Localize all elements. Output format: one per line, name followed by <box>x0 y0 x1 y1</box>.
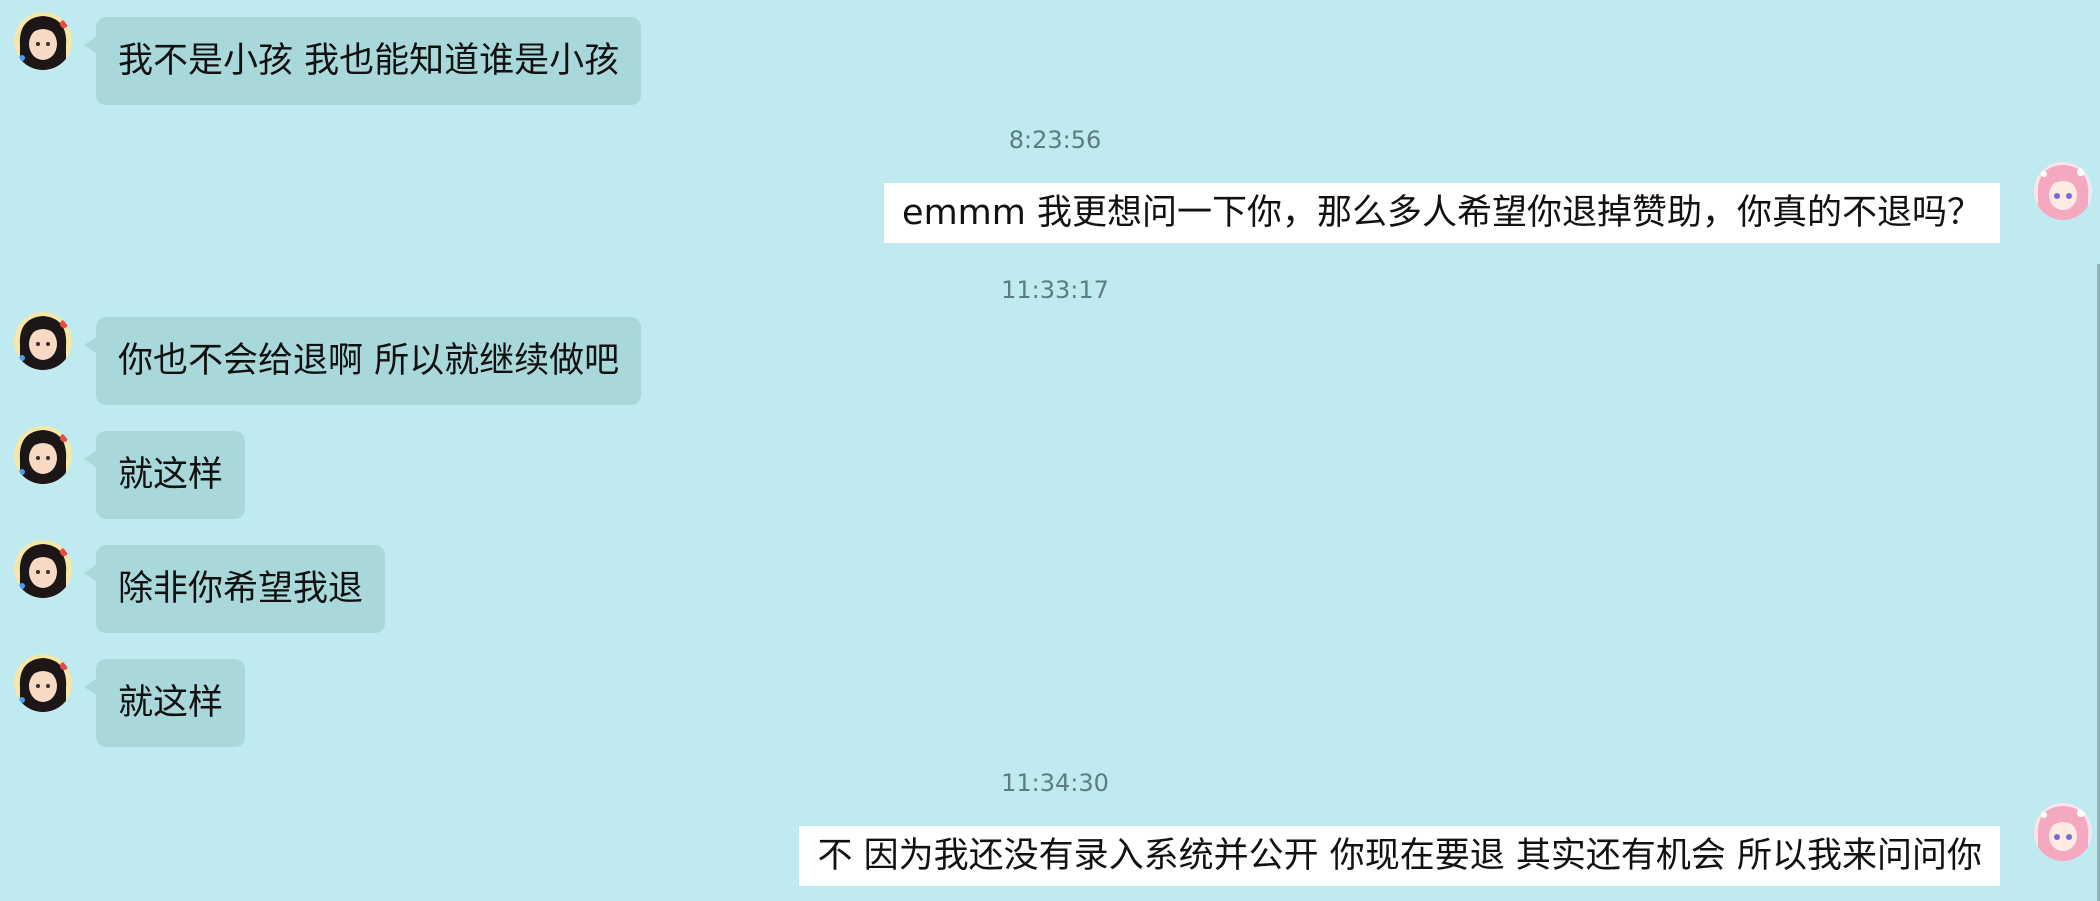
message-outgoing: 不 因为我还没有录入系统并公开 你现在要退 其实还有机会 所以我来问问你 <box>0 800 2100 901</box>
message-bubble[interactable]: 你也不会给退啊 所以就继续做吧 <box>83 317 642 405</box>
message-outgoing: emmm 我更想问一下你，那么多人希望你退掉赞助，你真的不退吗？ <box>0 160 2100 260</box>
self-avatar[interactable] <box>2034 803 2092 861</box>
contact-avatar[interactable] <box>14 426 72 484</box>
contact-avatar[interactable] <box>14 654 72 712</box>
message-bubble[interactable]: 就这样 <box>83 659 246 747</box>
message-bubble[interactable]: emmm 我更想问一下你，那么多人希望你退掉赞助，你真的不退吗？ <box>884 183 2000 243</box>
message-bubble[interactable]: 就这样 <box>83 431 246 519</box>
self-avatar[interactable] <box>2034 162 2092 220</box>
message-incoming: 我不是小孩 我也能知道谁是小孩 <box>0 0 2100 110</box>
contact-avatar[interactable] <box>14 312 72 370</box>
message-incoming: 除非你希望我退 <box>0 528 2100 638</box>
contact-avatar[interactable] <box>14 540 72 598</box>
message-incoming: 就这样 <box>0 642 2100 752</box>
message-bubble[interactable]: 除非你希望我退 <box>83 545 386 633</box>
chat-history[interactable]: 我不是小孩 我也能知道谁是小孩 8:23:56 emmm 我更想问一下你，那么多… <box>0 0 2100 901</box>
message-incoming: 你也不会给退啊 所以就继续做吧 <box>0 300 2100 410</box>
message-bubble[interactable]: 我不是小孩 我也能知道谁是小孩 <box>83 17 642 105</box>
contact-avatar[interactable] <box>14 12 72 70</box>
timestamp: 11:34:30 <box>1001 769 1109 797</box>
message-bubble[interactable]: 不 因为我还没有录入系统并公开 你现在要退 其实还有机会 所以我来问问你 <box>799 826 2000 886</box>
timestamp: 8:23:56 <box>1008 126 1102 154</box>
message-incoming: 就这样 <box>0 414 2100 524</box>
